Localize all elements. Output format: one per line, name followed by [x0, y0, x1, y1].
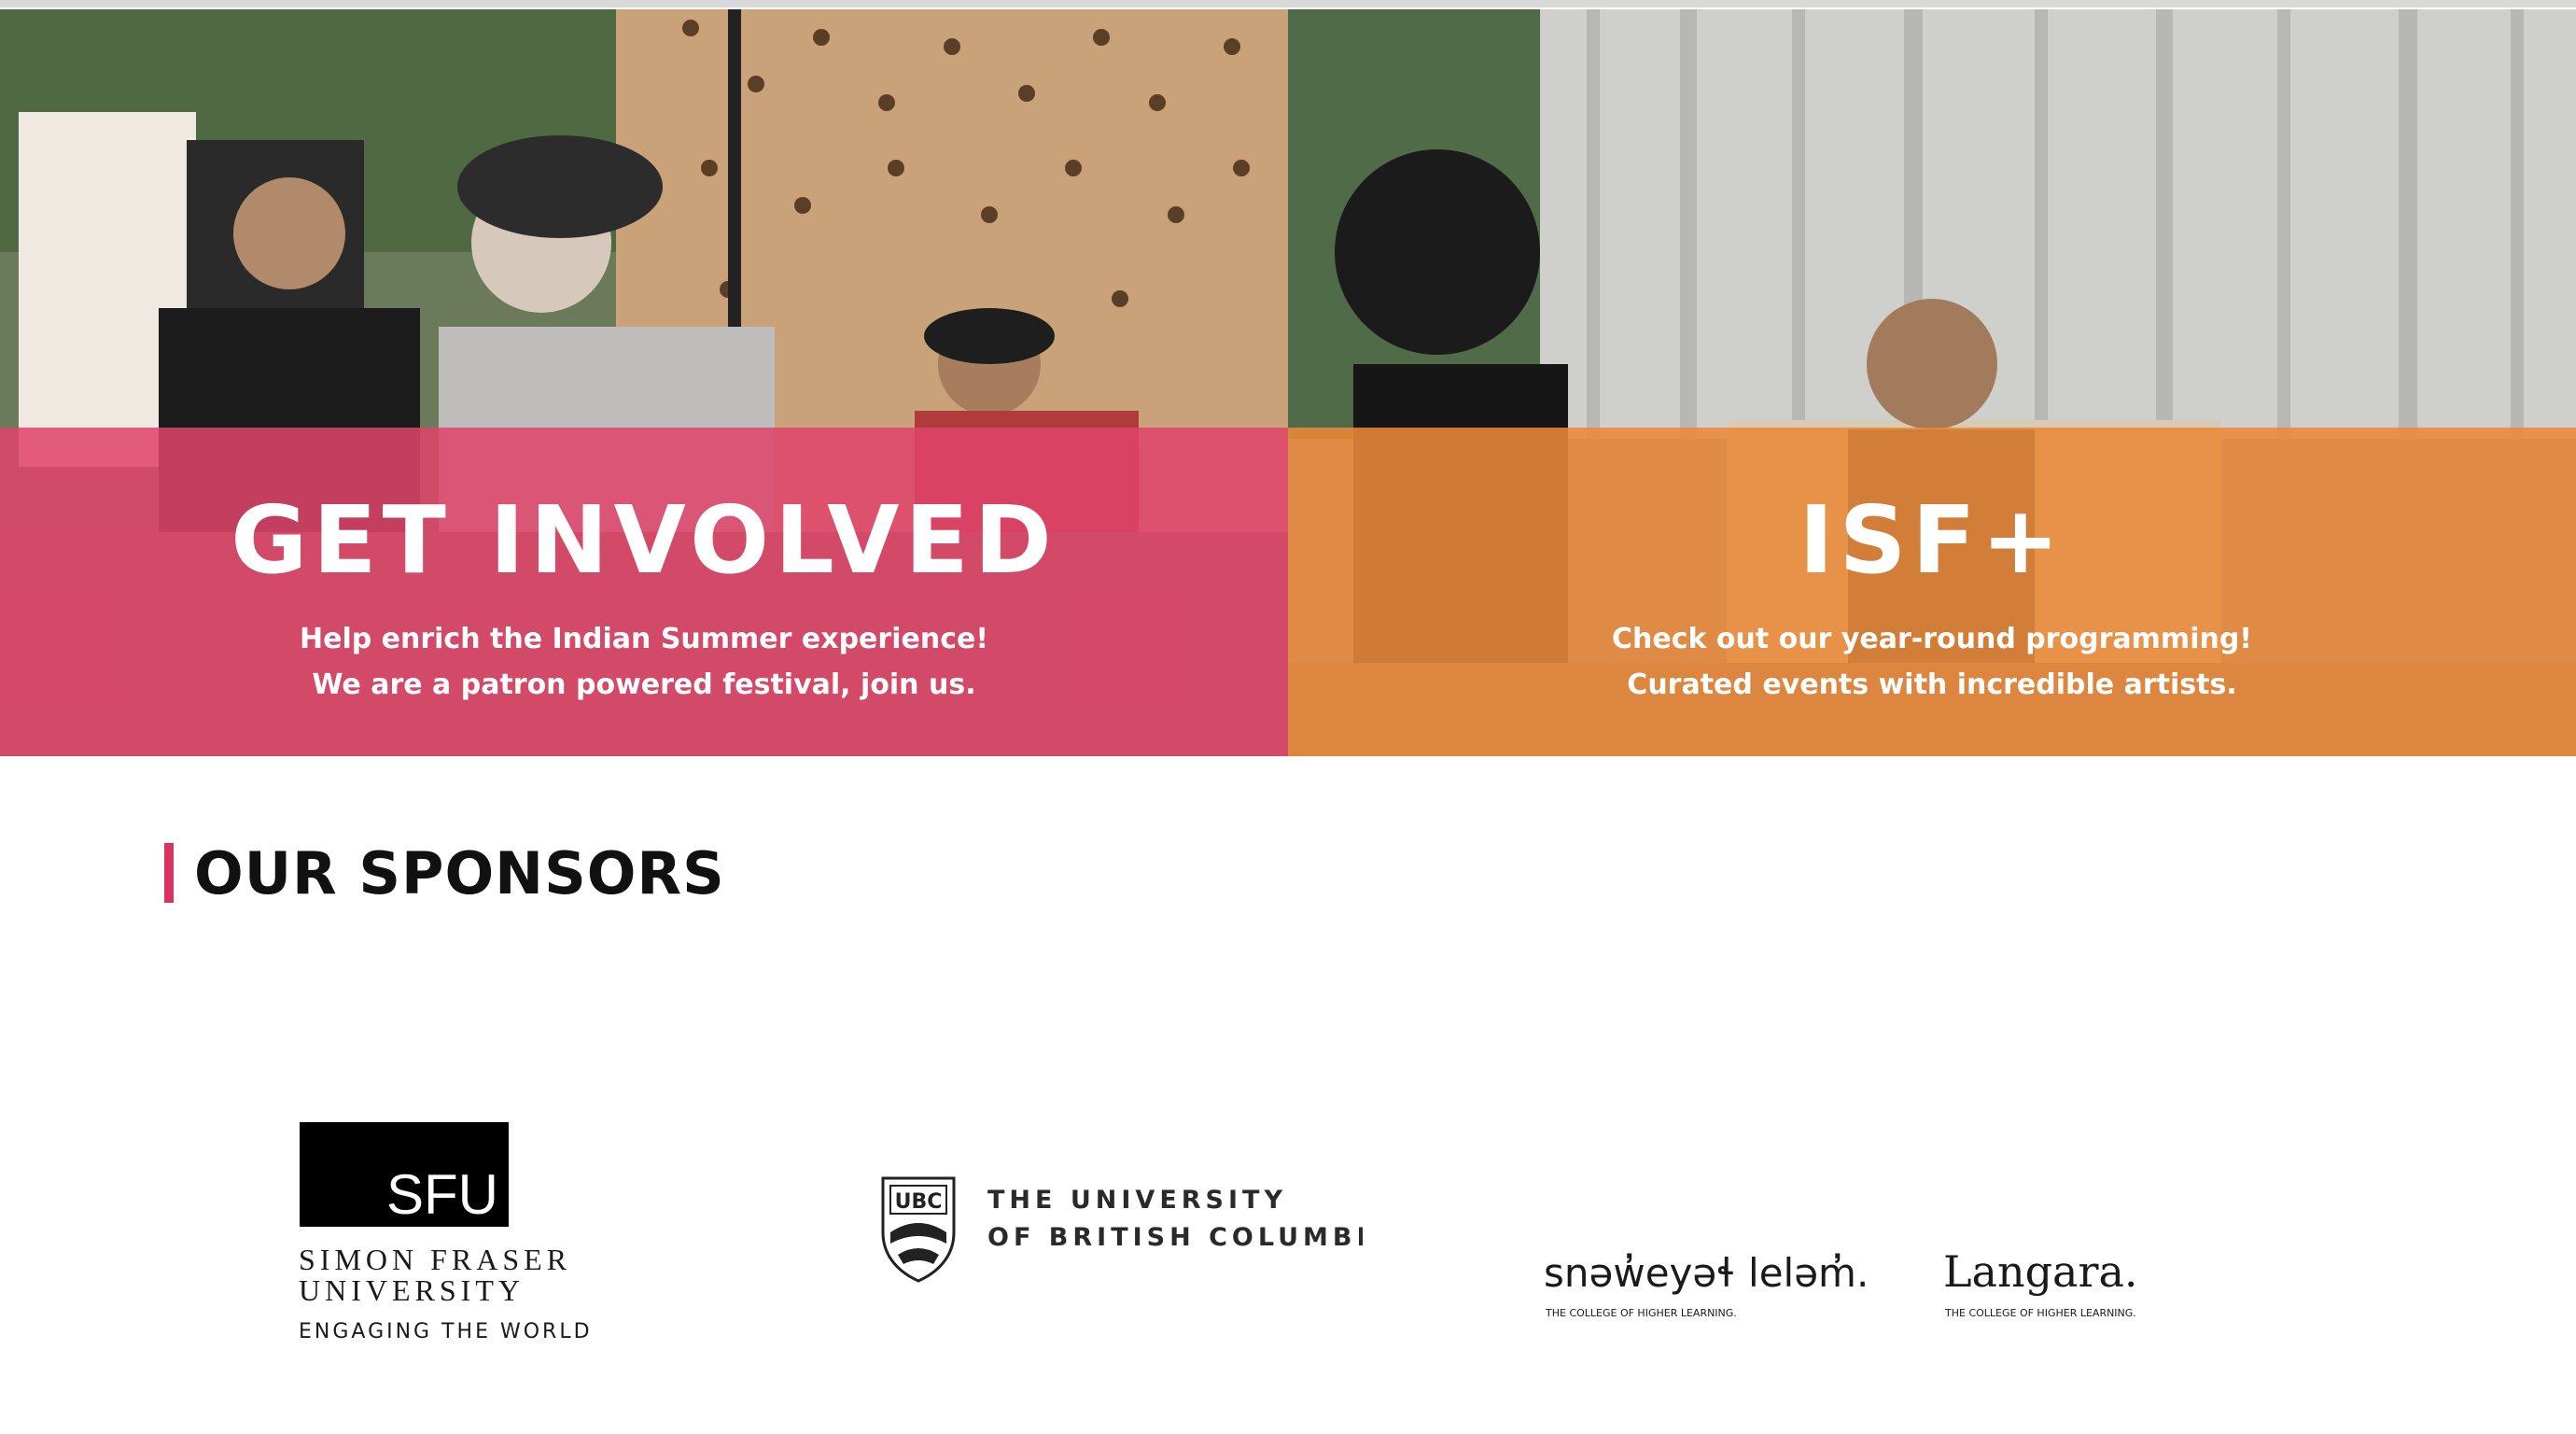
sfu-logo-line-1: SIMON FRASER [299, 1243, 571, 1276]
isf-plus-title: ISF+ [1799, 485, 2065, 595]
langara-native-name: snəw̓eyəɬ leləm̓. [1544, 1251, 1869, 1296]
ubc-logo-mark: UBC [895, 1190, 943, 1214]
ubc-logo[interactable]: UBC THE UNIVERSITY OF BRITISH COLUMBIA [877, 1176, 1363, 1288]
get-involved-description: Help enrich the Indian Summer experience… [0, 616, 1288, 708]
langara-native-tagline: THE COLLEGE OF HIGHER LEARNING. [1545, 1307, 1737, 1319]
ubc-logo-line-1: THE UNIVERSITY [987, 1186, 1287, 1215]
get-involved-tile[interactable]: GET INVOLVED Help enrich the Indian Summ… [0, 9, 1288, 756]
langara-native-logo[interactable]: snəw̓eyəɬ leləm̓. THE COLLEGE OF HIGHER … [1542, 1251, 1897, 1326]
get-involved-line-1: Help enrich the Indian Summer experience… [299, 623, 989, 655]
langara-name: Langara. [1943, 1251, 2138, 1297]
sfu-logo-mark: SFU [386, 1163, 498, 1226]
top-divider [0, 0, 2576, 7]
sfu-logo-line-2: UNIVERSITY [299, 1273, 525, 1307]
ubc-logo-line-2: OF BRITISH COLUMBIA [987, 1223, 1363, 1252]
sponsors-heading: OUR SPONSORS [164, 838, 725, 907]
sfu-logo-line-3: ENGAGING THE WORLD [299, 1320, 593, 1343]
sponsors-title: OUR SPONSORS [194, 838, 725, 907]
sfu-logo[interactable]: SFU SIMON FRASER UNIVERSITY ENGAGING THE… [297, 1120, 605, 1354]
isf-plus-line-2: Curated events with incredible artists. [1627, 668, 2237, 701]
sponsors-accent-bar [164, 843, 174, 903]
isf-plus-tile[interactable]: ISF+ Check out our year-round programmin… [1288, 9, 2576, 756]
isf-plus-line-1: Check out our year-round programming! [1611, 623, 2252, 655]
langara-tagline: THE COLLEGE OF HIGHER LEARNING. [1944, 1307, 2136, 1319]
langara-logo[interactable]: Langara. THE COLLEGE OF HIGHER LEARNING. [1941, 1251, 2184, 1326]
get-involved-title: GET INVOLVED [231, 485, 1057, 595]
isf-plus-description: Check out our year-round programming! Cu… [1288, 616, 2576, 708]
get-involved-line-2: We are a patron powered festival, join u… [312, 668, 976, 701]
